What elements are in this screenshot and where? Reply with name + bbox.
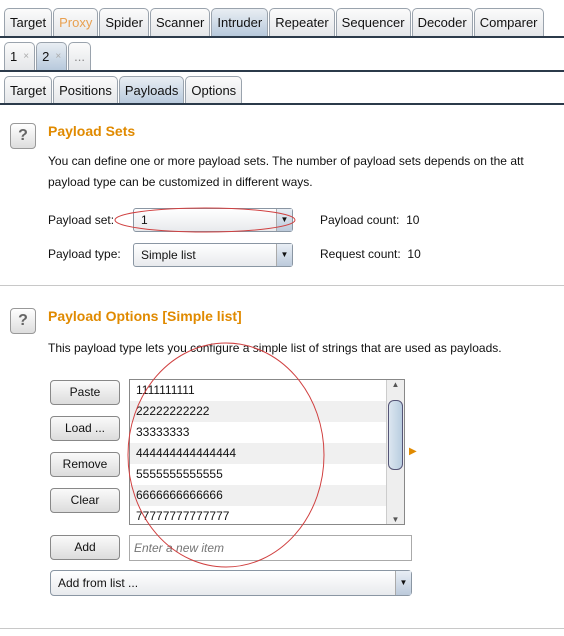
scrollbar[interactable]: ▲ ▼ [386,380,404,524]
payload-options-description: This payload type lets you configure a s… [48,341,502,355]
tab-comparer[interactable]: Comparer [473,8,544,36]
remove-button[interactable]: Remove [50,452,120,477]
tab-label: Decoder [417,15,467,30]
intruder-tab-options[interactable]: Options [185,76,243,104]
attack-tab-more[interactable]: ... [68,42,91,70]
attack-tab-2[interactable]: 2 × [36,42,68,70]
tab-sequencer[interactable]: Sequencer [335,8,411,36]
help-icon[interactable]: ? [10,123,36,149]
tab-target[interactable]: Target [4,8,53,36]
tab-label: Comparer [479,15,538,30]
payload-type-label: Payload type: [48,247,121,261]
request-count-value: 10 [407,247,421,261]
add-button[interactable]: Add [50,535,120,560]
tab-intruder[interactable]: Intruder [211,8,269,36]
tab-label: ... [74,49,85,64]
list-item[interactable]: 22222222222 [130,401,404,422]
clear-button[interactable]: Clear [50,488,120,513]
payload-count-value: 10 [406,213,420,227]
help-icon[interactable]: ? [10,308,36,334]
scroll-up-icon[interactable]: ▲ [387,380,404,389]
section-title-payload-sets: Payload Sets [48,123,136,139]
tab-label: Target [10,83,47,98]
tab-decoder[interactable]: Decoder [411,8,473,36]
chevron-down-icon: ▼ [276,244,292,266]
intruder-tab-bar: Target Positions Payloads Options [4,76,243,104]
tab-label: Target [10,15,47,30]
tab-spider[interactable]: Spider [99,8,149,36]
tab-label: Scanner [155,15,205,30]
intruder-tab-target[interactable]: Target [4,76,53,104]
payload-sets-description-2: payload type can be customized in differ… [48,175,313,189]
attack-tab-bar: 1 × 2 ×... [4,42,92,70]
tab-label: Proxy [59,15,93,30]
paste-button[interactable]: Paste [50,380,120,405]
close-icon[interactable]: × [23,51,29,62]
payload-set-label: Payload set: [48,213,115,227]
list-item[interactable]: 444444444444444 [130,443,404,464]
attack-tab-1[interactable]: 1 × [4,42,36,70]
tab-label: Spider [105,15,143,30]
tab-label: Intruder [217,15,263,30]
intruder-tab-positions[interactable]: Positions [53,76,118,104]
close-icon[interactable]: × [55,51,61,62]
scroll-down-icon[interactable]: ▼ [387,515,404,524]
section-title-payload-options: Payload Options [Simple list] [48,308,242,324]
list-item[interactable]: 1111111111 [130,380,404,401]
payload-type-select[interactable]: Simple list ▼ [133,243,293,267]
add-from-list-select[interactable]: Add from list ... ▼ [50,570,412,596]
main-tab-bar: Target Proxy Spider Scanner Intruder Repeater… [4,8,545,36]
chevron-down-icon: ▼ [395,571,411,595]
tab-scanner[interactable]: Scanner [149,8,211,36]
add-from-list-label: Add from list ... [58,576,139,590]
tab-label: 1 [10,49,18,64]
payload-count-label: Payload count: [320,213,400,227]
request-count-label: Request count: [320,247,401,261]
list-item[interactable]: 6666666666666 [130,485,404,506]
payload-sets-description: You can define one or more payload sets.… [48,154,524,168]
payload-set-select[interactable]: 1 ▼ [133,208,293,232]
tab-label: Options [191,83,237,98]
tab-label: Sequencer [341,15,405,30]
new-item-input[interactable] [129,535,412,561]
tab-proxy[interactable]: Proxy [53,8,99,36]
list-item[interactable]: 5555555555555 [130,464,404,485]
tab-label: 2 [42,49,50,64]
tab-label: Repeater [275,15,329,30]
payload-list[interactable]: 1111111111 22222222222 33333333 44444444444… [129,379,405,525]
scroll-thumb[interactable] [388,400,403,470]
tab-repeater[interactable]: Repeater [269,8,335,36]
tab-label: Payloads [124,83,179,98]
tab-label: Positions [59,83,112,98]
chevron-down-icon: ▼ [276,209,292,231]
list-item[interactable]: 77777777777777 [130,506,404,524]
expand-arrow-icon[interactable]: ▶ [409,446,417,457]
payload-set-value: 1 [141,213,148,227]
list-item[interactable]: 33333333 [130,422,404,443]
intruder-tab-payloads[interactable]: Payloads [118,76,185,104]
load-button[interactable]: Load ... [50,416,120,441]
payload-type-value: Simple list [141,248,196,262]
